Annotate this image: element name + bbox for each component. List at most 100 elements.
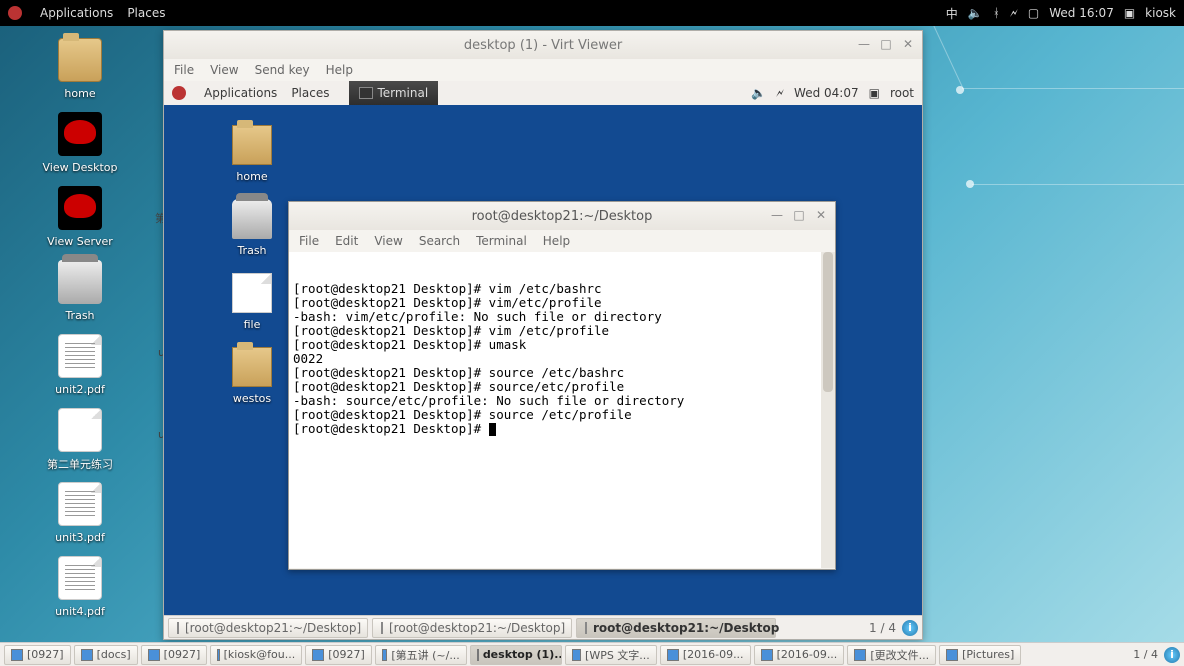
terminal-scrollbar-thumb[interactable]	[823, 252, 833, 392]
app-icon	[382, 649, 388, 661]
host-clock[interactable]: Wed 16:07	[1049, 6, 1114, 20]
host-icon-trash-label: Trash	[65, 309, 94, 322]
close-button[interactable]: ✕	[898, 35, 918, 53]
host-icon-view-desktop-label: View Desktop	[43, 161, 118, 174]
virt-menu-file[interactable]: File	[174, 63, 194, 77]
chat-icon[interactable]: ▣	[1124, 6, 1135, 20]
host-icon-view-server[interactable]: View Server	[34, 186, 126, 248]
guest-menu-applications[interactable]: Applications	[204, 86, 277, 100]
host-taskbar-button[interactable]: [docs]	[74, 645, 138, 665]
host-icon-unit3[interactable]: unit3.pdf	[34, 482, 126, 544]
terminal-icon	[585, 622, 587, 634]
maximize-button[interactable]: □	[876, 35, 896, 53]
host-taskbar-button[interactable]: [更改文件...	[847, 645, 936, 665]
host-icon-second-unit[interactable]: 第二单元练习	[34, 408, 126, 472]
guest-taskbar-button[interactable]: [root@desktop21:~/Desktop]	[372, 618, 572, 638]
guest-menu-places[interactable]: Places	[291, 86, 329, 100]
host-taskbar-button[interactable]: [Pictures]	[939, 645, 1021, 665]
host-taskbar-button[interactable]: [kiosk@fou...	[210, 645, 302, 665]
host-workspace-switcher[interactable]: 1 / 4 i	[1133, 647, 1180, 663]
host-icon-trash[interactable]: Trash	[34, 260, 126, 322]
virt-menu-help[interactable]: Help	[326, 63, 353, 77]
host-taskbar-button[interactable]: desktop (1)...	[470, 645, 562, 665]
app-icon	[11, 649, 23, 661]
host-icon-unit4[interactable]: unit4.pdf	[34, 556, 126, 618]
volume-icon[interactable]: 🔈	[968, 6, 983, 20]
guest-battery-icon[interactable]: 🗲	[776, 86, 784, 101]
host-workspace-label: 1 / 4	[1133, 648, 1158, 661]
guest-icon-trash[interactable]: Trash	[212, 199, 292, 257]
minimize-button[interactable]: —	[854, 35, 874, 53]
host-icon-home[interactable]: home	[34, 38, 126, 100]
host-taskbar-button[interactable]: [2016-09...	[660, 645, 751, 665]
host-taskbar-label: [WPS 文字...	[585, 647, 650, 663]
battery-icon[interactable]: 🗲	[1010, 6, 1018, 21]
term-menu-edit[interactable]: Edit	[335, 234, 358, 248]
guest-wallpaper: home Trash file westos root@desktop21:~/…	[164, 105, 922, 615]
guest-taskbar-button[interactable]: root@desktop21:~/Desktop	[576, 618, 776, 638]
guest-taskbar-button[interactable]: [root@desktop21:~/Desktop]	[168, 618, 368, 638]
virt-menu-view[interactable]: View	[210, 63, 238, 77]
terminal-titlebar[interactable]: root@desktop21:~/Desktop — □ ✕	[289, 202, 835, 230]
terminal-line: -bash: vim/etc/profile: No such file or …	[293, 310, 831, 324]
term-menu-help[interactable]: Help	[543, 234, 570, 248]
virt-viewer-titlebar[interactable]: desktop (1) - Virt Viewer — □ ✕	[164, 31, 922, 59]
term-menu-terminal[interactable]: Terminal	[476, 234, 527, 248]
host-taskbar-button[interactable]: [0927]	[4, 645, 71, 665]
term-menu-file[interactable]: File	[299, 234, 319, 248]
host-icon-unit3-label: unit3.pdf	[55, 531, 105, 544]
host-taskbar-label: [2016-09...	[683, 648, 744, 661]
host-user[interactable]: kiosk	[1145, 6, 1176, 20]
host-taskbar-label: [2016-09...	[777, 648, 838, 661]
terminal-icon	[359, 87, 373, 99]
info-icon[interactable]: i	[902, 620, 918, 636]
guest-icon-file[interactable]: file	[212, 273, 292, 331]
guest-taskbar-label: [root@desktop21:~/Desktop]	[389, 621, 565, 635]
term-close-button[interactable]: ✕	[811, 206, 831, 224]
host-taskbar-button[interactable]: [0927]	[305, 645, 372, 665]
host-taskbar-button[interactable]: [第五讲 (~/...	[375, 645, 467, 665]
terminal-icon	[381, 622, 383, 634]
host-info-icon[interactable]: i	[1164, 647, 1180, 663]
host-menu-applications[interactable]: Applications	[40, 6, 113, 20]
guest-workspace-switcher[interactable]: 1 / 4 i	[869, 620, 918, 636]
host-icon-unit2-label: unit2.pdf	[55, 383, 105, 396]
guest-taskbar-label: [root@desktop21:~/Desktop]	[185, 621, 361, 635]
bluetooth-icon[interactable]: ᚼ	[993, 6, 1000, 20]
guest-volume-icon[interactable]: 🔈	[751, 86, 766, 100]
guest-icon-home-label: home	[236, 170, 267, 183]
virt-menu-sendkey[interactable]: Send key	[255, 63, 310, 77]
terminal-output[interactable]: [root@desktop21 Desktop]# vim /etc/bashr…	[289, 252, 835, 568]
display-icon[interactable]: ▢	[1028, 6, 1039, 20]
term-menu-view[interactable]: View	[374, 234, 402, 248]
host-taskbar-label: [Pictures]	[962, 648, 1014, 661]
host-taskbar-button[interactable]: [WPS 文字...	[565, 645, 657, 665]
guest-chat-icon[interactable]: ▣	[869, 86, 880, 100]
guest-clock[interactable]: Wed 04:07	[794, 86, 859, 100]
app-icon	[946, 649, 958, 661]
guest-icon-westos[interactable]: westos	[212, 347, 292, 405]
terminal-scrollbar[interactable]	[821, 252, 835, 568]
host-icon-view-desktop[interactable]: View Desktop	[34, 112, 126, 174]
term-minimize-button[interactable]: —	[767, 206, 787, 224]
guest-user[interactable]: root	[890, 86, 914, 100]
guest-icon-trash-label: Trash	[237, 244, 266, 257]
term-menu-search[interactable]: Search	[419, 234, 460, 248]
guest-terminal-tab[interactable]: Terminal	[349, 81, 438, 105]
term-maximize-button[interactable]: □	[789, 206, 809, 224]
ime-indicator[interactable]: 中	[946, 5, 958, 22]
terminal-menubar: File Edit View Search Terminal Help	[289, 230, 835, 252]
host-taskbar-button[interactable]: [0927]	[141, 645, 208, 665]
app-icon	[217, 649, 219, 661]
host-icon-unit2[interactable]: unit2.pdf	[34, 334, 126, 396]
terminal-line: 0022	[293, 352, 831, 366]
guest-desktop: Applications Places Terminal 🔈 🗲 Wed 04:…	[164, 81, 922, 639]
terminal-line: [root@desktop21 Desktop]# umask	[293, 338, 831, 352]
host-taskbar: [0927][docs][0927][kiosk@fou...[0927][第五…	[0, 642, 1184, 666]
host-menu-places[interactable]: Places	[127, 6, 165, 20]
host-taskbar-label: desktop (1)...	[483, 648, 562, 661]
host-taskbar-button[interactable]: [2016-09...	[754, 645, 845, 665]
guest-icon-home[interactable]: home	[212, 125, 292, 183]
host-icon-second-unit-label: 第二单元练习	[47, 458, 113, 471]
host-taskbar-label: [kiosk@fou...	[224, 648, 296, 661]
